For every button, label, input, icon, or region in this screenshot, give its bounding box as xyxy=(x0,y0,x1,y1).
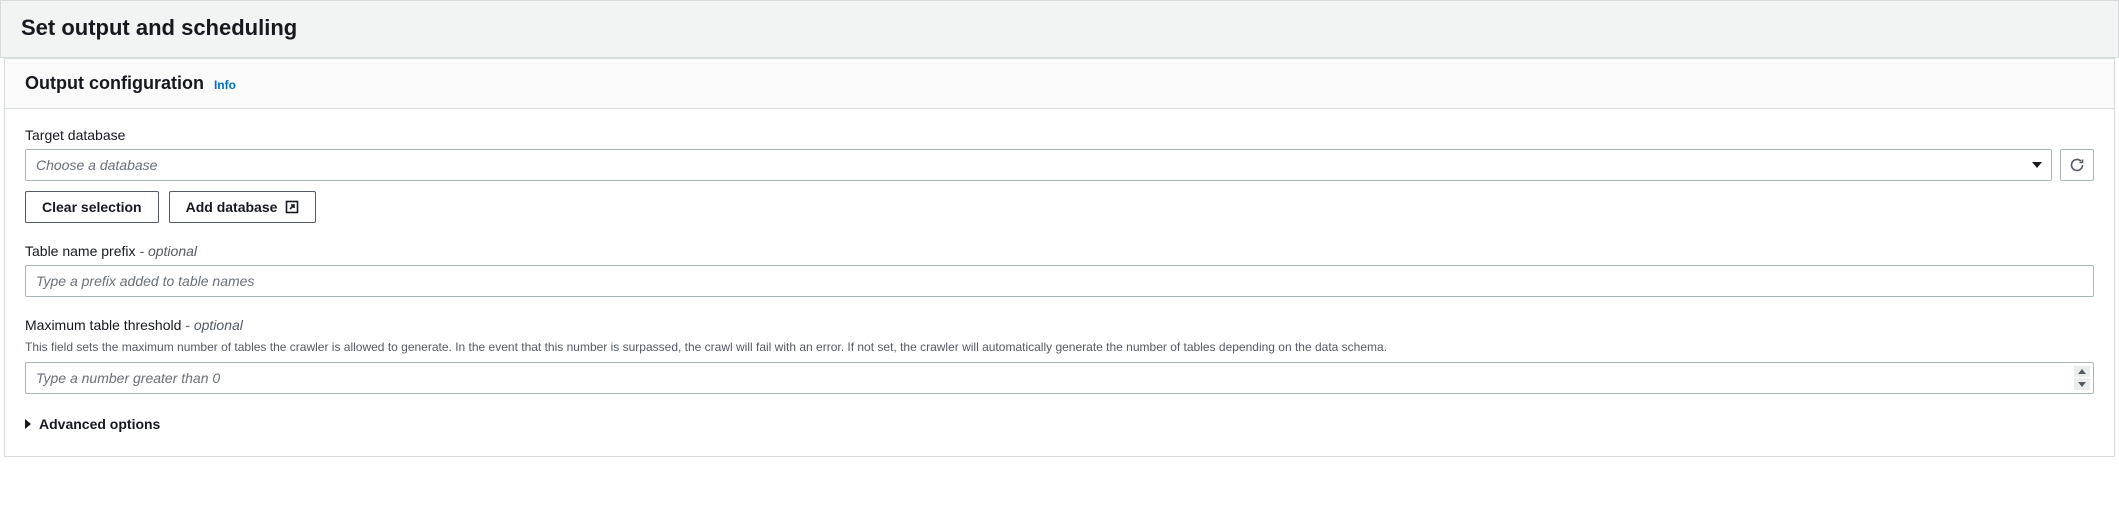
external-link-icon xyxy=(285,200,299,214)
clear-selection-label: Clear selection xyxy=(42,199,142,215)
max-threshold-hint: This field sets the maximum number of ta… xyxy=(25,339,2094,356)
caret-down-icon xyxy=(2078,382,2086,387)
target-database-select[interactable]: Choose a database xyxy=(25,149,2052,181)
page-header: Set output and scheduling xyxy=(0,0,2119,58)
target-database-placeholder: Choose a database xyxy=(36,157,157,173)
number-spinner xyxy=(2074,366,2090,390)
target-database-label: Target database xyxy=(25,127,2094,143)
panel-header: Output configuration Info xyxy=(5,59,2114,109)
page-title: Set output and scheduling xyxy=(21,15,2098,41)
table-prefix-field: Table name prefix - optional xyxy=(25,243,2094,297)
advanced-options-toggle[interactable]: Advanced options xyxy=(25,416,160,432)
refresh-icon xyxy=(2069,157,2085,173)
table-prefix-input[interactable] xyxy=(25,265,2094,297)
max-threshold-label: Maximum table threshold - optional xyxy=(25,317,2094,333)
caret-up-icon xyxy=(2078,369,2086,374)
info-link[interactable]: Info xyxy=(214,78,236,92)
panel-title: Output configuration xyxy=(25,73,204,94)
caret-right-icon xyxy=(25,419,31,429)
add-database-button[interactable]: Add database xyxy=(169,191,317,223)
max-threshold-input[interactable] xyxy=(25,362,2094,394)
refresh-button[interactable] xyxy=(2060,149,2094,181)
table-prefix-label: Table name prefix - optional xyxy=(25,243,2094,259)
max-threshold-field: Maximum table threshold - optional This … xyxy=(25,317,2094,394)
output-config-panel: Output configuration Info Target databas… xyxy=(4,58,2115,457)
add-database-label: Add database xyxy=(186,199,278,215)
spinner-down-button[interactable] xyxy=(2074,378,2090,390)
target-database-field: Target database Choose a database xyxy=(25,127,2094,223)
spinner-up-button[interactable] xyxy=(2074,366,2090,378)
clear-selection-button[interactable]: Clear selection xyxy=(25,191,159,223)
panel-body: Target database Choose a database xyxy=(5,109,2114,456)
advanced-options-label: Advanced options xyxy=(39,416,160,432)
